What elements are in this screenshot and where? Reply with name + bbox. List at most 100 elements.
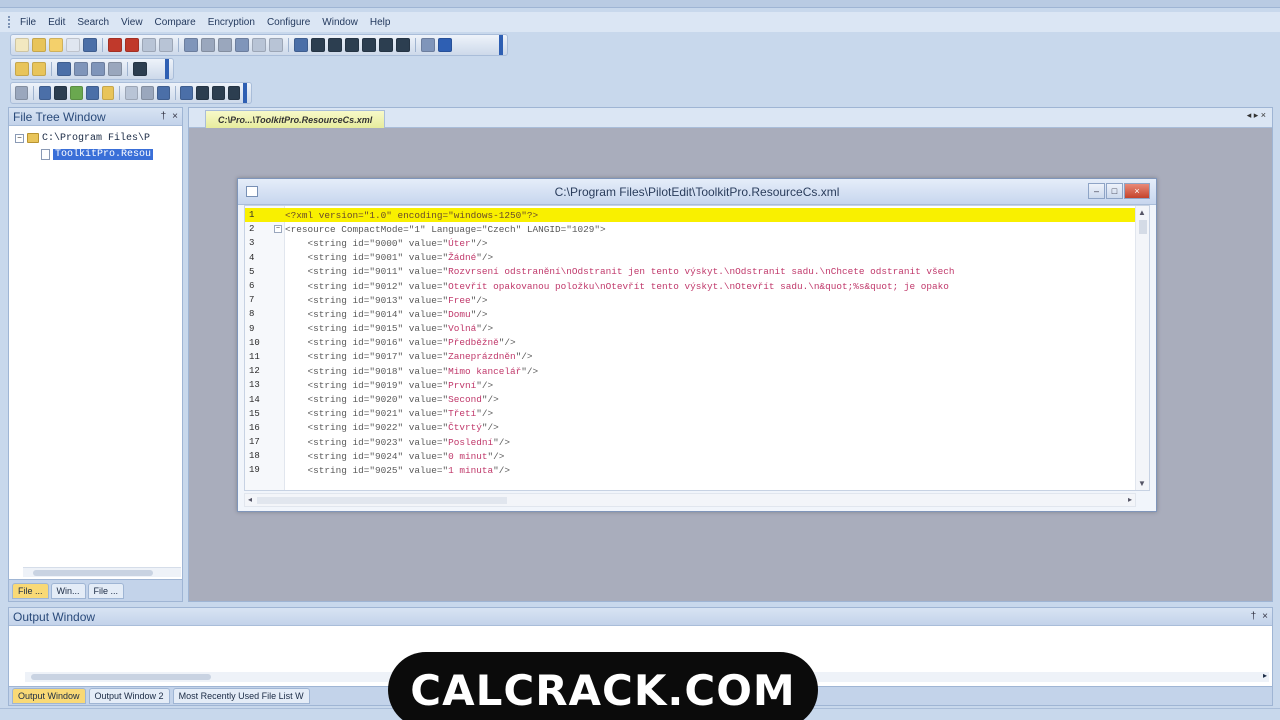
- tab-window-list[interactable]: Win...: [50, 582, 86, 599]
- menu-view[interactable]: View: [121, 17, 143, 28]
- horizontal-scrollbar[interactable]: ◂ ▸: [244, 493, 1136, 507]
- document-icon[interactable]: [246, 186, 258, 197]
- toolbar-button-icon[interactable]: [362, 38, 376, 52]
- toolbar-button-icon[interactable]: [227, 86, 241, 100]
- code-line[interactable]: 14 <string id="9020" value="Second"/>: [245, 392, 1135, 406]
- pin-icon[interactable]: †: [161, 111, 167, 122]
- toolbar-button-icon[interactable]: [211, 86, 225, 100]
- menu-grip[interactable]: [8, 16, 12, 28]
- toolbar-button-icon[interactable]: [396, 38, 410, 52]
- minimize-button[interactable]: –: [1088, 183, 1105, 199]
- close-icon[interactable]: ×: [172, 111, 178, 122]
- toolbar-button-icon[interactable]: [70, 86, 83, 100]
- toolbar-button-icon[interactable]: [57, 62, 71, 76]
- menu-file[interactable]: File: [20, 17, 36, 28]
- toolbar-button-icon[interactable]: [49, 38, 63, 52]
- code-editor[interactable]: 1 <?xml version="1.0" encoding="windows-1…: [244, 205, 1150, 491]
- toolbar-button-icon[interactable]: [379, 38, 393, 52]
- code-line[interactable]: 6 <string id="9012" value="Otevřít opako…: [245, 279, 1135, 293]
- toolbar-button-icon[interactable]: [180, 86, 194, 100]
- tab-file-tree[interactable]: File ...: [12, 582, 49, 599]
- toolbar-button-icon[interactable]: [196, 86, 209, 100]
- toolbar-button-icon[interactable]: [54, 86, 68, 100]
- code-line[interactable]: 19 <string id="9025" value="1 minuta"/>: [245, 463, 1135, 477]
- code-line[interactable]: 7 <string id="9013" value="Free"/>: [245, 293, 1135, 307]
- close-icon[interactable]: ×: [1262, 611, 1268, 622]
- code-line[interactable]: 16 <string id="9022" value="Čtvrtý"/>: [245, 421, 1135, 435]
- code-line[interactable]: 15 <string id="9021" value="Třetí"/>: [245, 407, 1135, 421]
- toolbar-button-icon[interactable]: [269, 38, 283, 52]
- tree-item-file[interactable]: ToolkitPro.Resou: [15, 146, 176, 162]
- code-line[interactable]: 1 <?xml version="1.0" encoding="windows-1…: [245, 208, 1135, 223]
- toolbar-overflow-icon[interactable]: [499, 35, 503, 55]
- scroll-left-icon[interactable]: ◂: [248, 495, 252, 504]
- menu-encryption[interactable]: Encryption: [208, 17, 255, 28]
- close-button[interactable]: ×: [1124, 183, 1150, 199]
- scroll-up-icon[interactable]: ▲: [1138, 208, 1146, 217]
- collapse-icon[interactable]: −: [15, 133, 24, 143]
- code-line[interactable]: 11 <string id="9017" value="Zaneprázdněn…: [245, 350, 1135, 364]
- toolbar-button-icon[interactable]: [421, 38, 435, 52]
- scroll-down-icon[interactable]: ▼: [1138, 479, 1146, 488]
- toolbar-button-icon[interactable]: [108, 38, 122, 52]
- toolbar-button-icon[interactable]: [38, 86, 52, 100]
- toolbar-button-icon[interactable]: [294, 38, 308, 52]
- menu-compare[interactable]: Compare: [155, 17, 196, 28]
- tree-item-root[interactable]: − C:\Program Files\P: [15, 130, 176, 146]
- toolbar-button-icon[interactable]: [15, 86, 28, 100]
- code-line[interactable]: 4 <string id="9001" value="Žádné"/>: [245, 251, 1135, 265]
- code-line[interactable]: 5 <string id="9011" value="Rozvrsení ods…: [245, 265, 1135, 279]
- vertical-scrollbar[interactable]: ▲ ▼: [1135, 206, 1149, 490]
- tab-mru-file-list[interactable]: Most Recently Used File List W: [172, 688, 310, 704]
- toolbar-button-icon[interactable]: [32, 38, 46, 52]
- code-line[interactable]: 12 <string id="9018" value="Mimo kancelá…: [245, 364, 1135, 378]
- code-line[interactable]: 13 <string id="9019" value="První"/>: [245, 378, 1135, 392]
- toolbar-button-icon[interactable]: [438, 38, 452, 52]
- fold-marker[interactable]: −: [271, 225, 285, 234]
- toolbar-button-icon[interactable]: [141, 86, 154, 100]
- toolbar-button-icon[interactable]: [252, 38, 266, 52]
- toolbar-button-icon[interactable]: [156, 86, 170, 100]
- maximize-button[interactable]: □: [1106, 183, 1123, 199]
- toolbar-button-icon[interactable]: [125, 86, 139, 100]
- toolbar-button-icon[interactable]: [101, 86, 115, 100]
- file-tree-scrollbar[interactable]: [23, 567, 181, 577]
- toolbar-button-icon[interactable]: [125, 38, 139, 52]
- toolbar-overflow-icon[interactable]: [243, 83, 247, 103]
- tab-output-window[interactable]: Output Window: [12, 688, 86, 704]
- menu-edit[interactable]: Edit: [48, 17, 65, 28]
- code-line[interactable]: 2 − <resource CompactMode="1" Language="Cz…: [245, 222, 1135, 236]
- code-line[interactable]: 3 <string id="9000" value="Úter"/>: [245, 236, 1135, 250]
- toolbar-button-icon[interactable]: [218, 38, 232, 52]
- toolbar-button-icon[interactable]: [311, 38, 325, 52]
- toolbar-button-icon[interactable]: [74, 62, 88, 76]
- toolbar-button-icon[interactable]: [108, 62, 122, 76]
- toolbar-button-icon[interactable]: [32, 62, 46, 76]
- toolbar-button-icon[interactable]: [159, 38, 173, 52]
- toolbar-button-icon[interactable]: [15, 38, 29, 52]
- code-line[interactable]: 10 <string id="9016" value="Předběžně"/>: [245, 336, 1135, 350]
- collapse-icon[interactable]: −: [274, 225, 282, 234]
- code-line[interactable]: 8 <string id="9014" value="Domu"/>: [245, 307, 1135, 321]
- toolbar-button-icon[interactable]: [83, 38, 97, 52]
- tab-file-list[interactable]: File ...: [87, 582, 125, 599]
- menu-search[interactable]: Search: [77, 17, 109, 28]
- code-line[interactable]: 9 <string id="9015" value="Volná"/>: [245, 322, 1135, 336]
- toolbar-button-icon[interactable]: [133, 62, 147, 76]
- toolbar-button-icon[interactable]: [91, 62, 105, 76]
- toolbar-button-icon[interactable]: [328, 38, 342, 52]
- menu-help[interactable]: Help: [370, 17, 391, 28]
- toolbar-button-icon[interactable]: [85, 86, 99, 100]
- toolbar-button-icon[interactable]: [201, 38, 215, 52]
- scroll-right-icon[interactable]: ▸: [1128, 495, 1132, 504]
- tab-navigation[interactable]: ◂ ▸ ×: [1247, 110, 1266, 121]
- toolbar-button-icon[interactable]: [235, 38, 249, 52]
- toolbar-button-icon[interactable]: [345, 38, 359, 52]
- toolbar-button-icon[interactable]: [184, 38, 198, 52]
- tab-document[interactable]: C:\Pro...\ToolkitPro.ResourceCs.xml: [205, 110, 386, 128]
- toolbar-button-icon[interactable]: [142, 38, 156, 52]
- menu-window[interactable]: Window: [322, 17, 358, 28]
- toolbar-button-icon[interactable]: [15, 62, 29, 76]
- pin-icon[interactable]: †: [1251, 611, 1257, 622]
- code-line[interactable]: 17 <string id="9023" value="Poslední"/>: [245, 435, 1135, 449]
